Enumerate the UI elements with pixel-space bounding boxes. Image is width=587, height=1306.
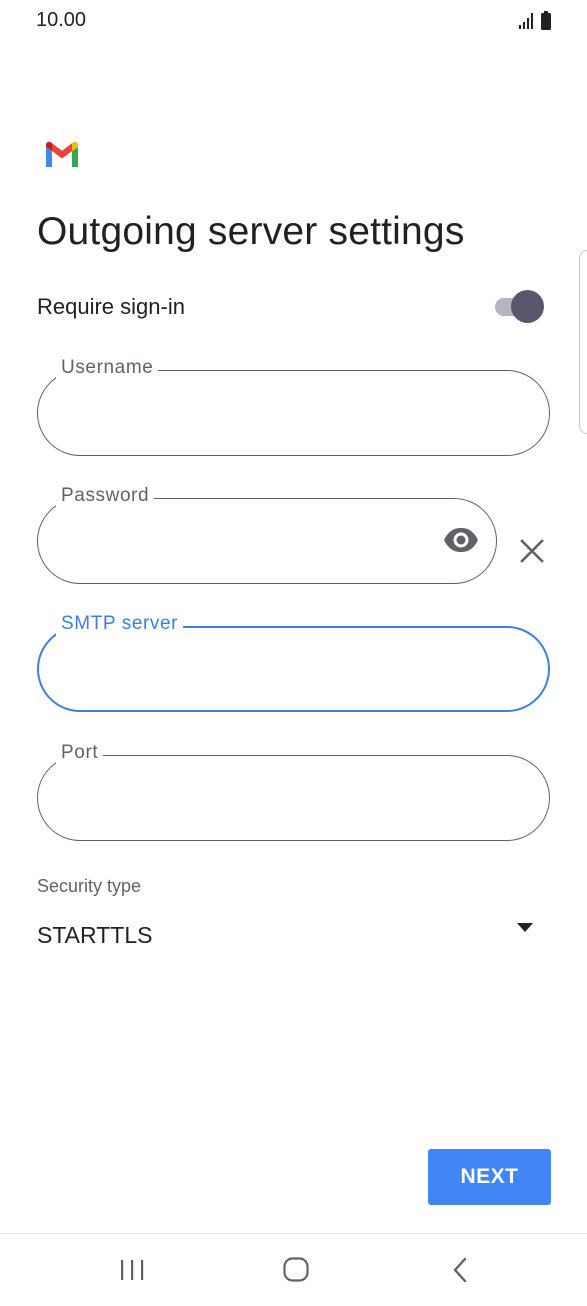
- battery-icon: [541, 11, 551, 30]
- password-input[interactable]: [63, 518, 423, 564]
- home-icon[interactable]: [282, 1256, 310, 1283]
- security-type-dropdown[interactable]: STARTTLS: [37, 915, 550, 957]
- edge-panel-handle[interactable]: [579, 250, 587, 434]
- port-input[interactable]: [63, 775, 463, 821]
- back-icon[interactable]: [451, 1257, 469, 1283]
- username-label: Username: [56, 355, 159, 381]
- username-field[interactable]: Username: [37, 355, 550, 456]
- nav-divider: [0, 1233, 587, 1234]
- close-icon[interactable]: [519, 538, 545, 564]
- status-bar: 10.00: [0, 0, 587, 40]
- smtp-server-field[interactable]: SMTP server: [37, 611, 550, 712]
- chevron-down-icon: [517, 923, 533, 932]
- smtp-server-label: SMTP server: [56, 611, 184, 637]
- eye-icon[interactable]: [443, 525, 479, 555]
- smtp-server-input[interactable]: [63, 646, 463, 692]
- security-type-label: Security type: [37, 876, 142, 896]
- recents-icon[interactable]: [119, 1258, 145, 1282]
- toggle-thumb: [511, 290, 544, 323]
- security-type-value: STARTTLS: [37, 922, 153, 948]
- port-field[interactable]: Port: [37, 740, 550, 841]
- password-label: Password: [56, 483, 155, 509]
- port-label: Port: [56, 740, 104, 766]
- require-signin-label: Require sign-in: [37, 294, 185, 319]
- password-field[interactable]: Password: [37, 483, 497, 584]
- page-title: Outgoing server settings: [37, 210, 465, 253]
- require-signin-toggle[interactable]: [493, 290, 547, 324]
- username-input[interactable]: [63, 390, 463, 436]
- signal-icon: [519, 13, 533, 29]
- gmail-logo: [46, 141, 78, 167]
- next-button[interactable]: NEXT: [428, 1149, 551, 1205]
- status-time: 10.00: [36, 9, 87, 31]
